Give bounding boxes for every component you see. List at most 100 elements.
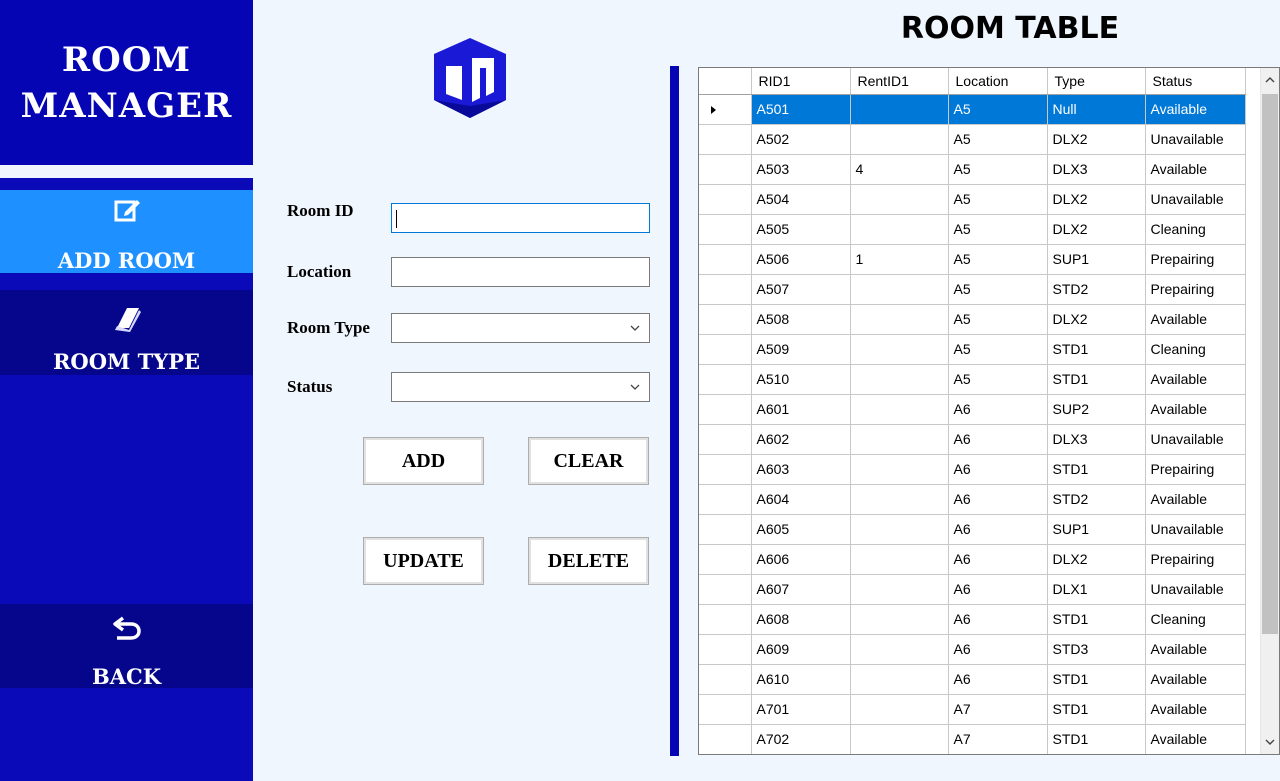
row-header[interactable] (699, 214, 752, 245)
nav-room-type[interactable]: ROOM TYPE (0, 290, 253, 375)
table-cell[interactable] (850, 544, 949, 575)
table-row[interactable]: A606 A6 DLX2 Prepairing (699, 544, 1246, 575)
table-cell[interactable] (850, 724, 949, 754)
table-row[interactable]: A604 A6 STD2 Available (699, 484, 1246, 515)
row-header[interactable] (699, 244, 752, 275)
table-cell[interactable]: A609 (751, 634, 851, 665)
table-cell[interactable]: Prepairing (1145, 274, 1246, 305)
table-cell[interactable]: 1 (850, 244, 949, 275)
table-cell[interactable]: Cleaning (1145, 214, 1246, 245)
table-cell[interactable]: DLX3 (1047, 154, 1146, 185)
table-cell[interactable]: A6 (948, 514, 1048, 545)
row-header[interactable] (699, 634, 752, 665)
table-cell[interactable]: Available (1145, 634, 1246, 665)
table-cell[interactable]: A5 (948, 154, 1048, 185)
row-header[interactable] (699, 694, 752, 725)
table-cell[interactable]: 4 (850, 154, 949, 185)
table-cell[interactable] (850, 214, 949, 245)
table-cell[interactable]: Available (1145, 394, 1246, 425)
nav-back[interactable]: BACK (0, 604, 253, 689)
table-cell[interactable]: A6 (948, 484, 1048, 515)
table-cell[interactable]: DLX2 (1047, 544, 1146, 575)
table-cell[interactable]: A7 (948, 724, 1048, 754)
room-id-input[interactable] (391, 203, 650, 233)
row-header[interactable] (699, 544, 752, 575)
table-cell[interactable]: Available (1145, 484, 1246, 515)
row-header[interactable] (699, 604, 752, 635)
column-header[interactable]: RentID1 (850, 68, 949, 95)
table-row[interactable]: A701 A7 STD1 Available (699, 694, 1246, 725)
table-cell[interactable]: A6 (948, 574, 1048, 605)
table-row[interactable]: A505 A5 DLX2 Cleaning (699, 214, 1246, 245)
table-cell[interactable] (850, 334, 949, 365)
table-cell[interactable]: A6 (948, 604, 1048, 635)
row-header[interactable] (699, 394, 752, 425)
table-cell[interactable]: Available (1145, 364, 1246, 395)
table-cell[interactable]: Unavailable (1145, 574, 1246, 605)
table-row[interactable]: A506 1 A5 SUP1 Prepairing (699, 244, 1246, 275)
table-cell[interactable]: STD1 (1047, 694, 1146, 725)
table-cell[interactable]: A504 (751, 184, 851, 215)
table-cell[interactable]: Available (1145, 304, 1246, 335)
table-row[interactable]: A509 A5 STD1 Cleaning (699, 334, 1246, 365)
row-header[interactable] (699, 484, 752, 515)
table-row[interactable]: A610 A6 STD1 Available (699, 664, 1246, 695)
delete-button[interactable]: DELETE (528, 537, 649, 585)
table-row[interactable]: A503 4 A5 DLX3 Available (699, 154, 1246, 185)
table-cell[interactable]: A6 (948, 634, 1048, 665)
table-cell[interactable]: A501 (751, 94, 851, 125)
table-cell[interactable]: A7 (948, 694, 1048, 725)
scrollbar-thumb[interactable] (1262, 94, 1278, 634)
table-cell[interactable]: A702 (751, 724, 851, 754)
row-header[interactable] (699, 514, 752, 545)
table-cell[interactable]: A505 (751, 214, 851, 245)
table-cell[interactable]: A509 (751, 334, 851, 365)
row-header[interactable] (699, 664, 752, 695)
table-cell[interactable]: A5 (948, 184, 1048, 215)
table-cell[interactable]: Unavailable (1145, 124, 1246, 155)
scroll-down-icon[interactable] (1264, 736, 1276, 748)
table-cell[interactable] (850, 694, 949, 725)
table-cell[interactable] (850, 364, 949, 395)
add-button[interactable]: ADD (363, 437, 484, 485)
column-header[interactable]: RID1 (751, 68, 851, 95)
table-cell[interactable]: A506 (751, 244, 851, 275)
table-cell[interactable]: STD1 (1047, 454, 1146, 485)
table-cell[interactable]: DLX2 (1047, 214, 1146, 245)
table-row[interactable]: A609 A6 STD3 Available (699, 634, 1246, 665)
row-header[interactable] (699, 364, 752, 395)
table-row[interactable]: A601 A6 SUP2 Available (699, 394, 1246, 425)
location-input[interactable] (391, 257, 650, 287)
table-cell[interactable]: SUP1 (1047, 514, 1146, 545)
table-cell[interactable]: Null (1047, 94, 1146, 125)
scroll-up-icon[interactable] (1264, 74, 1276, 86)
table-row[interactable]: A702 A7 STD1 Available (699, 724, 1246, 754)
table-row[interactable]: A510 A5 STD1 Available (699, 364, 1246, 395)
table-cell[interactable]: STD1 (1047, 664, 1146, 695)
update-button[interactable]: UPDATE (363, 537, 484, 585)
table-cell[interactable]: Prepairing (1145, 244, 1246, 275)
table-cell[interactable]: A5 (948, 364, 1048, 395)
table-cell[interactable]: Available (1145, 94, 1246, 125)
table-cell[interactable]: A508 (751, 304, 851, 335)
table-cell[interactable]: Unavailable (1145, 514, 1246, 545)
row-header[interactable] (699, 94, 752, 125)
row-header[interactable] (699, 334, 752, 365)
table-cell[interactable]: Available (1145, 724, 1246, 754)
table-cell[interactable]: A5 (948, 304, 1048, 335)
table-cell[interactable]: Cleaning (1145, 334, 1246, 365)
table-cell[interactable]: A6 (948, 544, 1048, 575)
table-row[interactable]: A508 A5 DLX2 Available (699, 304, 1246, 335)
table-cell[interactable]: A608 (751, 604, 851, 635)
nav-add-room[interactable]: ADD ROOM (0, 190, 253, 273)
row-header[interactable] (699, 724, 752, 754)
table-cell[interactable]: A606 (751, 544, 851, 575)
table-cell[interactable]: STD2 (1047, 274, 1146, 305)
row-header[interactable] (699, 274, 752, 305)
table-cell[interactable]: A604 (751, 484, 851, 515)
table-cell[interactable]: STD1 (1047, 724, 1146, 754)
table-row[interactable]: A501 A5 Null Available (699, 94, 1246, 125)
table-cell[interactable]: STD3 (1047, 634, 1146, 665)
table-cell[interactable]: DLX3 (1047, 424, 1146, 455)
table-cell[interactable]: DLX1 (1047, 574, 1146, 605)
